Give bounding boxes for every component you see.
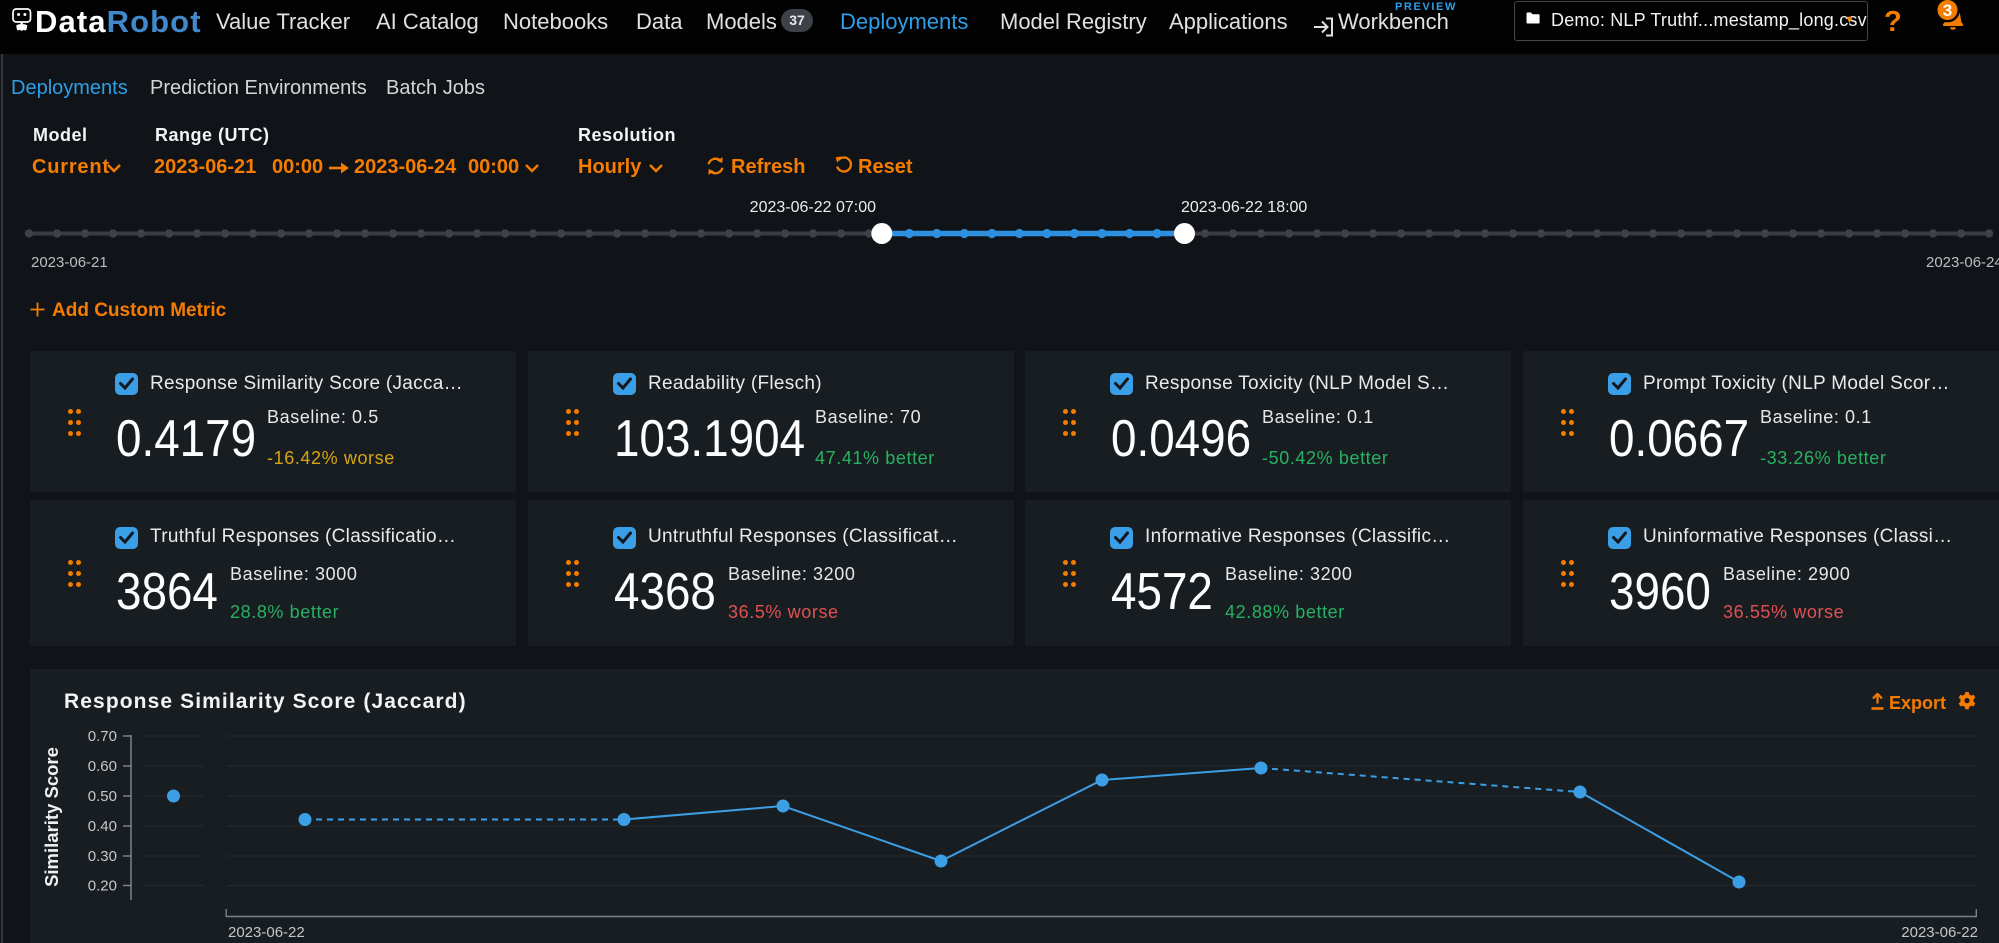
svg-text:0.50: 0.50 <box>88 788 117 805</box>
svg-text:0.30: 0.30 <box>88 848 117 865</box>
svg-text:0.70: 0.70 <box>88 728 117 745</box>
svg-text:2023-06-24: 2023-06-24 <box>1926 254 1999 271</box>
svg-text:2023-06-22: 2023-06-22 <box>1901 924 1978 941</box>
svg-text:0.60: 0.60 <box>88 758 117 775</box>
svg-text:2023-06-22: 2023-06-22 <box>228 924 305 941</box>
svg-text:Similarity Score: Similarity Score <box>41 747 62 887</box>
svg-text:0.20: 0.20 <box>88 878 117 895</box>
svg-text:2023-06-21: 2023-06-21 <box>31 254 108 271</box>
svg-text:2023-06-22 18:00: 2023-06-22 18:00 <box>1181 199 1307 216</box>
svg-text:3: 3 <box>1943 1 1952 20</box>
svg-text:0.40: 0.40 <box>88 818 117 835</box>
svg-text:2023-06-22 07:00: 2023-06-22 07:00 <box>750 199 876 216</box>
